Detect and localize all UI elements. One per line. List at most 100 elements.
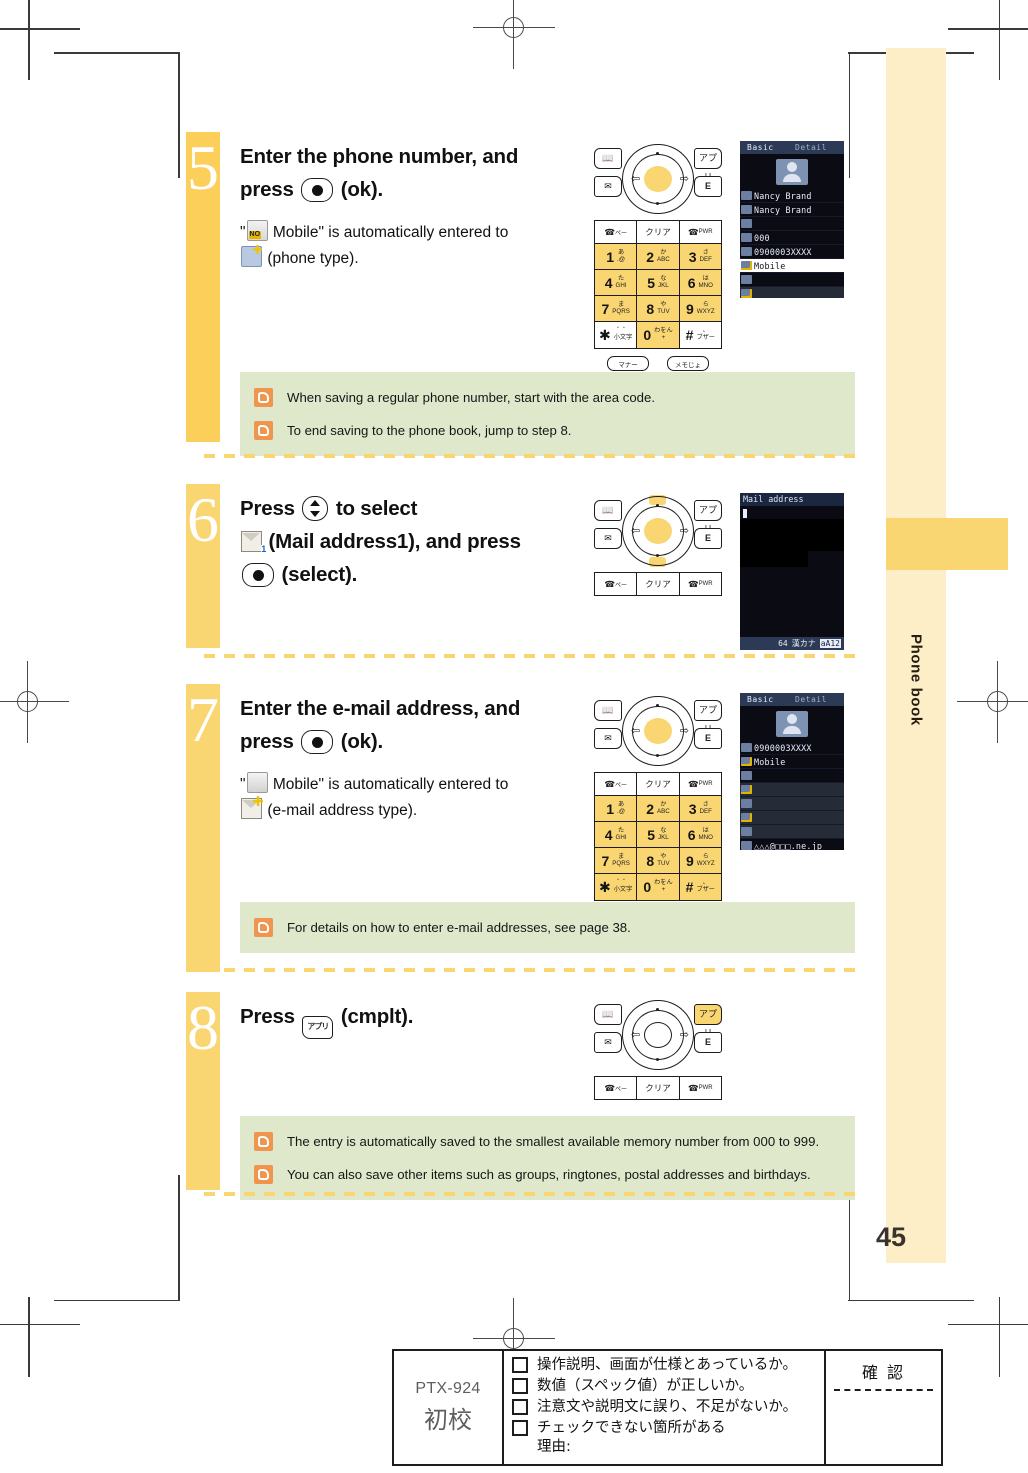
- step-7-title-line2-post: (ok).: [340, 730, 383, 753]
- manner-button[interactable]: マナー: [607, 356, 649, 371]
- key-star[interactable]: ✱ ゛゜ 小文字: [595, 874, 638, 900]
- navigation-key-group[interactable]: ⇦ ⇨ 📖 ✉ アプリ E: [594, 696, 722, 766]
- note-text: You can also save other items such as gr…: [287, 1166, 811, 1182]
- key-1[interactable]: 1 あ .@: [595, 244, 638, 269]
- key-3[interactable]: 3 さ DEF: [679, 796, 721, 821]
- key-4[interactable]: 4 た GHI: [595, 270, 638, 295]
- e-key-icon[interactable]: E: [694, 176, 722, 197]
- call-key[interactable]: ☎ ペー: [595, 773, 638, 795]
- contact-avatar: [776, 159, 808, 185]
- app-key-icon[interactable]: アプリ: [694, 500, 722, 534]
- book-icon[interactable]: 📖: [594, 148, 622, 169]
- key-9[interactable]: 9 ら WXYZ: [679, 848, 721, 873]
- step-5-sub-post: (phone type).: [267, 250, 359, 267]
- power-key[interactable]: ☎ PWR: [680, 221, 721, 243]
- center-ok-key[interactable]: [644, 718, 672, 744]
- step-8-key-diagram: ⇦ ⇨ 📖 ✉ アプリ E ☎ペー クリア ☎PWR: [594, 1000, 722, 1100]
- memo-button[interactable]: メモじょ: [667, 356, 709, 371]
- e-key-icon[interactable]: E: [694, 1032, 722, 1053]
- checkbox[interactable]: [512, 1399, 528, 1415]
- proof-confirm-cell: 確 認: [826, 1351, 941, 1464]
- step-separator: [204, 968, 858, 972]
- mail-icon[interactable]: ✉: [594, 176, 622, 197]
- key-0[interactable]: 0 わをん +: [637, 874, 680, 900]
- key-star[interactable]: ✱ ゛゜ 小文字: [595, 322, 638, 348]
- contact-avatar: [776, 711, 808, 737]
- app-key-icon[interactable]: アプリ: [694, 1004, 722, 1038]
- app-key-icon[interactable]: アプリ: [694, 148, 722, 182]
- book-icon[interactable]: 📖: [594, 500, 622, 521]
- center-ok-key[interactable]: [644, 1022, 672, 1048]
- list-item: [740, 825, 844, 839]
- mail-icon[interactable]: ✉: [594, 728, 622, 749]
- key-8[interactable]: 8 や TUV: [637, 296, 680, 321]
- key-9[interactable]: 9 ら WXYZ: [679, 296, 721, 321]
- e-key-icon[interactable]: E: [694, 728, 722, 749]
- key-hash[interactable]: #、ブザー: [679, 322, 721, 348]
- call-key[interactable]: ☎ ペー: [595, 221, 638, 243]
- page-number: 45: [876, 1222, 907, 1252]
- key-1[interactable]: 1 あ .@: [595, 796, 638, 821]
- tab-basic[interactable]: Basic: [740, 143, 795, 152]
- key-hash[interactable]: #、ブザー: [679, 874, 721, 900]
- tab-basic[interactable]: Basic: [740, 695, 795, 704]
- mobile-no-icon: [246, 220, 268, 241]
- power-key[interactable]: ☎ PWR: [680, 573, 721, 595]
- mail-mobile-icon: [246, 772, 268, 793]
- checkbox[interactable]: [512, 1357, 528, 1373]
- side-tab-active-marker: [886, 518, 1008, 570]
- key-4[interactable]: 4 た GHI: [595, 822, 638, 847]
- key-6[interactable]: 6 は MNO: [679, 822, 721, 847]
- mail-icon[interactable]: ✉: [594, 1032, 622, 1053]
- function-key-row[interactable]: ☎ ペー クリア ☎ PWR: [594, 220, 722, 244]
- numeric-keypad[interactable]: 1 あ .@ 2 か ABC 3 さ DEF 4 た GHI 5 な JKL 6 は MNO 7 ま PQR…: [594, 244, 722, 349]
- checkbox[interactable]: [512, 1378, 528, 1394]
- key-5[interactable]: 5 な JKL: [637, 822, 680, 847]
- e-key-icon[interactable]: E: [694, 528, 722, 549]
- key-2[interactable]: 2 か ABC: [637, 796, 680, 821]
- key-5[interactable]: 5 な JKL: [637, 270, 680, 295]
- step-6-title-post: to select: [335, 497, 418, 520]
- key-7[interactable]: 7 ま PQRS: [595, 848, 638, 873]
- right-arrow-icon: ⇨: [679, 725, 689, 737]
- mail-icon[interactable]: ✉: [594, 528, 622, 549]
- hand-pointer-icon: [254, 421, 273, 440]
- power-key[interactable]: ☎ PWR: [680, 1077, 721, 1099]
- app-key-icon[interactable]: アプリ: [694, 700, 722, 734]
- list-item: Nancy Brand: [740, 189, 844, 203]
- key-0[interactable]: 0 わをん +: [637, 322, 680, 348]
- key-6[interactable]: 6 は MNO: [679, 270, 721, 295]
- clear-key[interactable]: クリア: [637, 573, 680, 595]
- book-icon[interactable]: 📖: [594, 700, 622, 721]
- power-key[interactable]: ☎ PWR: [680, 773, 721, 795]
- call-key[interactable]: ☎ ペー: [595, 573, 638, 595]
- side-tab-label: Phone book: [907, 634, 925, 726]
- call-key[interactable]: ☎ ペー: [595, 1077, 638, 1099]
- key-3[interactable]: 3 さ DEF: [679, 244, 721, 269]
- key-2[interactable]: 2 か ABC: [637, 244, 680, 269]
- center-ok-key[interactable]: [644, 166, 672, 192]
- navigation-key-group[interactable]: ⇦ ⇨ 📖 ✉ アプリ E: [594, 495, 722, 567]
- navigation-key-group[interactable]: ⇦ ⇨ 📖 ✉ アプリ E: [594, 1000, 722, 1070]
- function-key-row[interactable]: ☎ ペー クリア ☎ PWR: [594, 572, 722, 596]
- step-7-number: 7: [187, 684, 219, 755]
- numeric-keypad[interactable]: 1 あ .@ 2 か ABC 3 さ DEF 4 た GHI 5 な JKL 6 は MNO 7 ま PQR…: [594, 796, 722, 901]
- clear-key[interactable]: クリア: [637, 221, 680, 243]
- checkbox[interactable]: [512, 1420, 528, 1436]
- function-key-row[interactable]: ☎ ペー クリア ☎ PWR: [594, 772, 722, 796]
- screen-tabs: Basic Detail: [740, 141, 844, 154]
- screen-title: Mail address: [740, 493, 844, 506]
- book-icon[interactable]: 📖: [594, 1004, 622, 1025]
- tab-detail[interactable]: Detail: [795, 143, 827, 152]
- key-8[interactable]: 8 や TUV: [637, 848, 680, 873]
- navigation-key-group[interactable]: ⇦ ⇨ 📖 ✉ アプリ E: [594, 144, 722, 214]
- list-item: 0900003XXXX: [740, 245, 844, 259]
- tab-detail[interactable]: Detail: [795, 695, 827, 704]
- clear-key[interactable]: クリア: [637, 1077, 680, 1099]
- key-7[interactable]: 7 ま PQRS: [595, 296, 638, 321]
- step-5-note-box: When saving a regular phone number, star…: [240, 372, 855, 456]
- step-7-phone-screen: Basic Detail 0900003XXXX Mobile △△△@□□□.…: [740, 693, 844, 850]
- center-ok-key[interactable]: [644, 518, 672, 544]
- function-key-row[interactable]: ☎ ペー クリア ☎ PWR: [594, 1076, 722, 1100]
- clear-key[interactable]: クリア: [637, 773, 680, 795]
